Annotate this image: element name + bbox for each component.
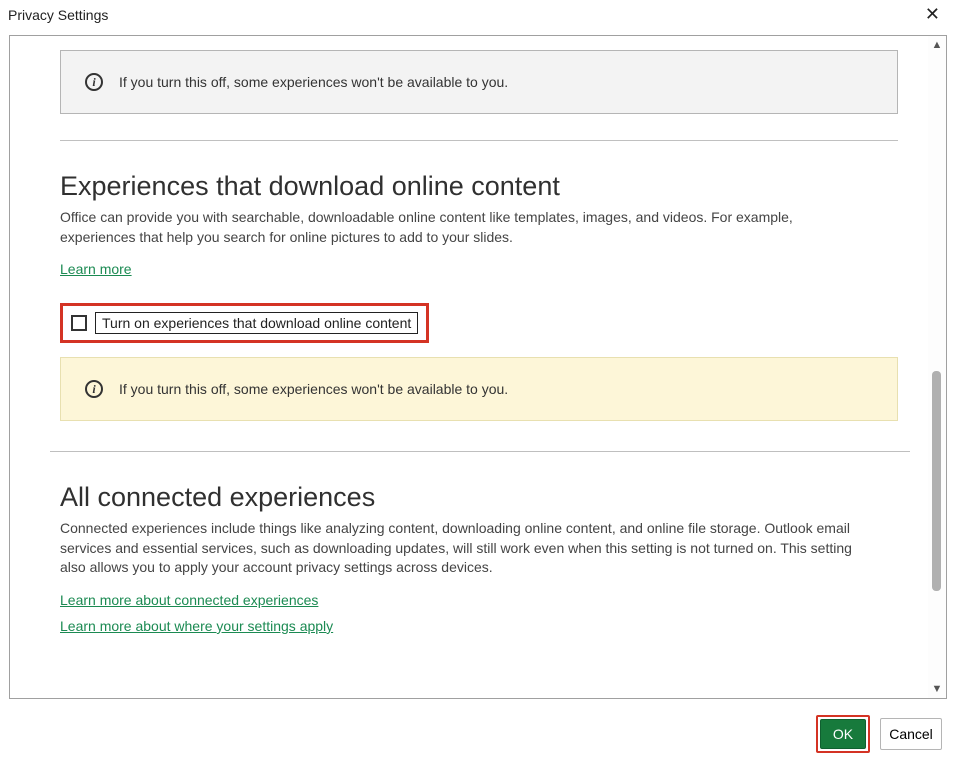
link-connected-experiences[interactable]: Learn more about connected experiences (60, 592, 318, 608)
section-desc-all: Connected experiences include things lik… (60, 519, 870, 578)
section-desc-download: Office can provide you with searchable, … (60, 208, 870, 247)
section-divider (50, 451, 910, 452)
section-all-connected: All connected experiences Connected expe… (50, 482, 910, 634)
info-text: If you turn this off, some experiences w… (119, 74, 508, 90)
scroll-content: i If you turn this off, some experiences… (50, 36, 928, 698)
ok-button-highlight: OK (816, 715, 870, 753)
section-download-content: Experiences that download online content… (50, 171, 910, 421)
scroll-thumb[interactable] (932, 371, 941, 591)
checkbox-label-download[interactable]: Turn on experiences that download online… (95, 312, 418, 334)
content-inner: i If you turn this off, some experiences… (10, 36, 946, 698)
vertical-scrollbar[interactable]: ▲ ▼ (928, 36, 946, 698)
info-icon: i (85, 73, 103, 91)
info-icon: i (85, 380, 103, 398)
highlighted-checkbox-row: Turn on experiences that download online… (60, 303, 429, 343)
divider (60, 140, 898, 141)
titlebar: Privacy Settings ✕ (0, 0, 956, 35)
section-prior-info: i If you turn this off, some experiences… (50, 50, 910, 141)
cancel-button[interactable]: Cancel (880, 718, 942, 750)
learn-more-link[interactable]: Learn more (60, 261, 132, 277)
content-frame: i If you turn this off, some experiences… (9, 35, 947, 699)
info-box-download-warning: i If you turn this off, some experiences… (60, 357, 898, 421)
section-title-all: All connected experiences (60, 482, 910, 513)
dialog-footer: OK Cancel (0, 707, 956, 763)
scroll-up-icon[interactable]: ▲ (928, 36, 946, 54)
link-settings-apply[interactable]: Learn more about where your settings app… (60, 618, 910, 634)
info-text: If you turn this off, some experiences w… (119, 381, 508, 397)
scroll-down-icon[interactable]: ▼ (928, 680, 946, 698)
close-icon[interactable]: ✕ (919, 4, 946, 25)
checkbox-download-content[interactable] (71, 315, 87, 331)
section-title-download: Experiences that download online content (60, 171, 910, 202)
info-box-prior: i If you turn this off, some experiences… (60, 50, 898, 114)
dialog-title: Privacy Settings (8, 7, 108, 23)
ok-button[interactable]: OK (820, 719, 866, 749)
privacy-settings-dialog: Privacy Settings ✕ i If you turn this of… (0, 0, 956, 763)
